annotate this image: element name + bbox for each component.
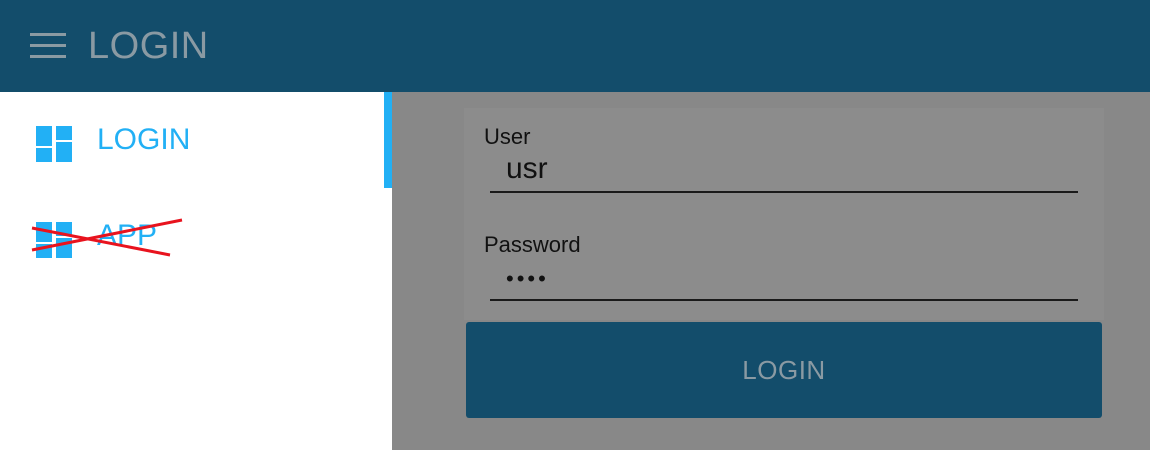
app-bar-title: LOGIN (88, 25, 209, 67)
active-indicator (384, 92, 392, 188)
login-button[interactable]: LOGIN (466, 322, 1102, 418)
dashboard-icon (36, 222, 72, 258)
password-input[interactable] (490, 258, 1078, 301)
app-bar: LOGIN (0, 0, 1150, 92)
menu-icon[interactable] (30, 33, 66, 59)
user-input[interactable] (490, 146, 1078, 193)
navigation-drawer: LOGIN APP (0, 92, 392, 450)
password-label: Password (484, 232, 581, 257)
drawer-item-label: APP (97, 219, 158, 252)
drawer-item-app[interactable]: APP (0, 188, 392, 284)
dashboard-icon (36, 126, 72, 162)
drawer-item-login[interactable]: LOGIN (0, 92, 392, 188)
drawer-item-label: LOGIN (97, 123, 191, 156)
